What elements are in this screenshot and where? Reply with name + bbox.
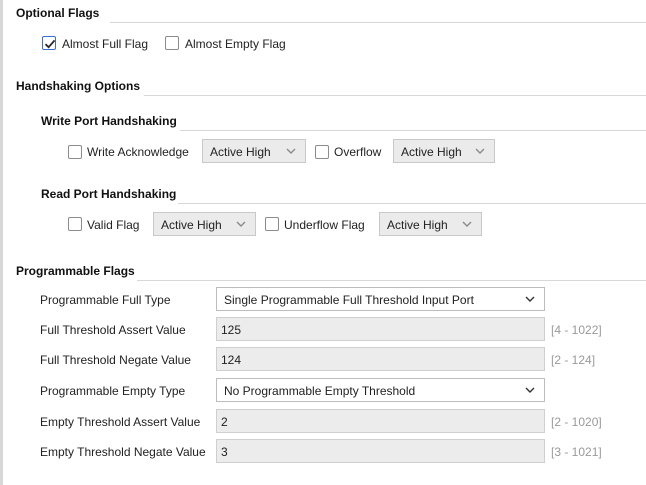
chevron-down-icon bbox=[525, 387, 535, 393]
write-acknowledge-checkbox[interactable] bbox=[68, 145, 82, 159]
valid-flag-level-select[interactable]: Active High bbox=[153, 212, 256, 236]
full-threshold-assert-label: Full Threshold Assert Value bbox=[40, 323, 186, 337]
empty-threshold-assert-input[interactable]: 2 bbox=[216, 409, 545, 433]
read-port-divider bbox=[178, 203, 646, 204]
full-threshold-assert-input[interactable]: 125 bbox=[216, 317, 545, 341]
almost-empty-flag-checkbox[interactable] bbox=[165, 36, 179, 50]
underflow-flag-checkbox[interactable] bbox=[265, 217, 279, 231]
empty-threshold-assert-range: [2 - 1020] bbox=[551, 415, 602, 429]
chevron-down-icon bbox=[286, 148, 296, 154]
chevron-down-icon bbox=[462, 221, 472, 227]
optional-flags-divider bbox=[110, 22, 646, 23]
programmable-flags-title: Programmable Flags bbox=[16, 264, 135, 278]
overflow-checkbox[interactable] bbox=[315, 145, 329, 159]
overflow-level-value: Active High bbox=[401, 145, 462, 159]
empty-threshold-negate-input[interactable]: 3 bbox=[216, 439, 545, 463]
chevron-down-icon bbox=[475, 148, 485, 154]
valid-flag-checkbox[interactable] bbox=[68, 217, 82, 231]
read-port-handshaking-title: Read Port Handshaking bbox=[41, 187, 177, 201]
empty-threshold-assert-label: Empty Threshold Assert Value bbox=[40, 415, 201, 429]
valid-flag-level-value: Active High bbox=[161, 218, 222, 232]
underflow-flag-label: Underflow Flag bbox=[284, 218, 365, 232]
overflow-label: Overflow bbox=[334, 145, 382, 159]
full-threshold-negate-range: [2 - 124] bbox=[551, 353, 596, 367]
overflow-level-select[interactable]: Active High bbox=[393, 139, 495, 163]
optional-flags-title: Optional Flags bbox=[16, 6, 100, 20]
almost-full-flag-checkbox[interactable] bbox=[42, 36, 56, 50]
almost-full-flag-label: Almost Full Flag bbox=[62, 37, 149, 51]
handshaking-options-divider bbox=[144, 95, 646, 96]
programmable-full-type-label: Programmable Full Type bbox=[40, 293, 171, 307]
empty-threshold-negate-range: [3 - 1021] bbox=[551, 445, 602, 459]
valid-flag-label: Valid Flag bbox=[87, 218, 140, 232]
programmable-flags-divider bbox=[137, 280, 646, 281]
programmable-empty-type-value: No Programmable Empty Threshold bbox=[224, 384, 416, 398]
programmable-full-type-select[interactable]: Single Programmable Full Threshold Input… bbox=[216, 287, 545, 311]
chevron-down-icon bbox=[525, 296, 535, 302]
handshaking-options-title: Handshaking Options bbox=[16, 79, 141, 93]
programmable-empty-type-label: Programmable Empty Type bbox=[40, 384, 186, 398]
write-acknowledge-level-value: Active High bbox=[210, 145, 271, 159]
check-icon bbox=[44, 39, 56, 49]
underflow-flag-level-value: Active High bbox=[387, 218, 448, 232]
panel-left-border bbox=[0, 0, 3, 485]
write-acknowledge-level-select[interactable]: Active High bbox=[202, 139, 306, 163]
chevron-down-icon bbox=[236, 221, 246, 227]
empty-threshold-negate-label: Empty Threshold Negate Value bbox=[40, 445, 206, 459]
full-threshold-negate-label: Full Threshold Negate Value bbox=[40, 353, 191, 367]
full-threshold-assert-range: [4 - 1022] bbox=[551, 323, 602, 337]
full-threshold-negate-input[interactable]: 124 bbox=[216, 347, 545, 371]
underflow-flag-level-select[interactable]: Active High bbox=[379, 212, 482, 236]
write-port-handshaking-title: Write Port Handshaking bbox=[41, 114, 177, 128]
write-port-divider bbox=[180, 130, 646, 131]
programmable-empty-type-select[interactable]: No Programmable Empty Threshold bbox=[216, 378, 545, 402]
almost-empty-flag-label: Almost Empty Flag bbox=[185, 37, 286, 51]
write-acknowledge-label: Write Acknowledge bbox=[87, 145, 189, 159]
programmable-full-type-value: Single Programmable Full Threshold Input… bbox=[224, 293, 474, 307]
